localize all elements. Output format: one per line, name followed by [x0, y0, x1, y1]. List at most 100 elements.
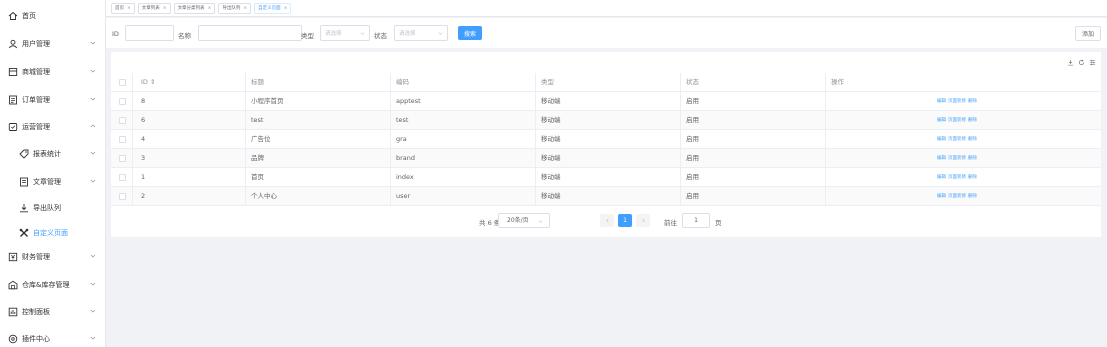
column-divider [680, 92, 681, 111]
add-button[interactable]: 添加 [1075, 26, 1101, 41]
tab-export-queue[interactable]: 导出队列 × [218, 2, 252, 14]
row-checkbox[interactable] [119, 193, 126, 200]
column-settings-icon[interactable] [1088, 58, 1096, 66]
table-row[interactable]: 8 小程序首页 apptest 移动端 启用 编辑 页面装修 删除 [111, 92, 1101, 111]
name-input[interactable] [198, 25, 302, 41]
close-icon[interactable]: × [284, 4, 288, 13]
home-icon [7, 11, 18, 22]
column-header-title: 标题 [251, 78, 264, 86]
cell-id: 6 [141, 116, 146, 124]
column-divider [390, 130, 391, 149]
sidebar-item-custom-page[interactable]: 自定义页面 [0, 222, 106, 244]
close-icon[interactable]: × [127, 4, 131, 13]
id-input[interactable] [125, 25, 174, 41]
cell-type: 移动端 [541, 135, 561, 143]
cell-title: 广告位 [251, 135, 271, 143]
tab-article-category-list[interactable]: 文章分类列表 × [173, 2, 216, 14]
page-decorate-link[interactable]: 页面装修 [948, 175, 966, 180]
close-icon[interactable]: × [163, 4, 167, 13]
chevron-down-icon [90, 308, 96, 314]
page-decorate-link[interactable]: 页面装修 [948, 118, 966, 123]
select-all-checkbox[interactable] [119, 79, 126, 86]
tab-article-list[interactable]: 文章列表 × [137, 2, 171, 14]
table-header-row: ID ⇕ 标题 编码 类型 状态 操作 [111, 73, 1101, 92]
refresh-icon[interactable] [1077, 58, 1085, 66]
goto-label: 前往 [664, 219, 677, 227]
goto-page-input[interactable]: 1 [682, 213, 710, 228]
edit-link[interactable]: 编辑 [937, 175, 946, 180]
table-card: ID ⇕ 标题 编码 类型 状态 操作 8 小程序首页 apptest 移动端 … [111, 52, 1101, 237]
row-checkbox[interactable] [119, 174, 126, 181]
search-button[interactable]: 搜索 [458, 26, 482, 40]
edit-link[interactable]: 编辑 [937, 99, 946, 104]
column-divider [535, 73, 536, 92]
status-select[interactable]: 请选择 [394, 25, 448, 41]
tab-home[interactable]: 首页 × [111, 2, 135, 14]
table-row[interactable]: 6 test test 移动端 启用 编辑 页面装修 删除 [111, 111, 1101, 130]
sidebar-item-export-queue[interactable]: 导出队列 [0, 197, 106, 219]
cell-type: 移动端 [541, 154, 561, 162]
sidebar-item-control-panel[interactable]: 控制面板 [0, 301, 106, 323]
row-checkbox[interactable] [119, 98, 126, 105]
tab-custom-page[interactable]: 自定义页面 × [254, 2, 292, 14]
column-divider [132, 92, 133, 111]
table-row[interactable]: 3 品牌 brand 移动端 启用 编辑 页面装修 删除 [111, 149, 1101, 168]
download-icon[interactable] [1066, 58, 1074, 66]
edit-link[interactable]: 编辑 [937, 118, 946, 123]
cell-code: index [396, 173, 414, 181]
plugin-icon [7, 334, 18, 345]
column-divider [132, 149, 133, 168]
row-actions: 编辑 页面装修 删除 [937, 168, 979, 187]
column-header-id[interactable]: ID ⇕ [141, 73, 155, 92]
table-row[interactable]: 2 个人中心 user 移动端 启用 编辑 页面装修 删除 [111, 187, 1101, 206]
status-placeholder: 请选择 [399, 31, 416, 37]
sort-icon[interactable]: ⇕ [150, 78, 155, 86]
edit-link[interactable]: 编辑 [937, 137, 946, 142]
page-size-select[interactable]: 20条/页 [498, 213, 550, 228]
sidebar-item-users[interactable]: 用户管理 [0, 33, 106, 55]
row-checkbox[interactable] [119, 117, 126, 124]
sidebar-item-reports[interactable]: 报表统计 [0, 143, 106, 165]
delete-link[interactable]: 删除 [968, 137, 977, 142]
sidebar-item-finance[interactable]: 财务管理 [0, 246, 106, 268]
sidebar-item-store[interactable]: 商城管理 [0, 61, 106, 83]
page-number-current[interactable]: 1 [618, 214, 632, 227]
sidebar-item-warehouse[interactable]: 仓库&库存管理 [0, 274, 106, 296]
delete-link[interactable]: 删除 [968, 156, 977, 161]
table-row[interactable]: 1 首页 index 移动端 启用 编辑 页面装修 删除 [111, 168, 1101, 187]
page-decorate-link[interactable]: 页面装修 [948, 137, 966, 142]
next-page-button[interactable] [636, 214, 650, 227]
table-row[interactable]: 4 广告位 gra 移动端 启用 编辑 页面装修 删除 [111, 130, 1101, 149]
close-icon[interactable]: × [208, 4, 212, 13]
edit-link[interactable]: 编辑 [937, 156, 946, 161]
sidebar-item-articles[interactable]: 文章管理 [0, 171, 106, 193]
delete-link[interactable]: 删除 [968, 194, 977, 199]
column-divider [825, 92, 826, 111]
edit-link[interactable]: 编辑 [937, 194, 946, 199]
page-decorate-link[interactable]: 页面装修 [948, 194, 966, 199]
tab-label: 文章列表 [141, 5, 160, 11]
delete-link[interactable]: 删除 [968, 118, 977, 123]
sidebar-item-plugins[interactable]: 插件中心 [0, 328, 106, 347]
sidebar-item-label: 用户管理 [22, 40, 50, 48]
cell-code: user [396, 192, 411, 200]
column-divider [245, 130, 246, 149]
delete-link[interactable]: 删除 [968, 175, 977, 180]
prev-page-button[interactable] [600, 214, 614, 227]
row-checkbox[interactable] [119, 155, 126, 162]
cell-type: 移动端 [541, 97, 561, 105]
column-divider [535, 187, 536, 206]
sidebar: 首页 用户管理 商城管理 订单管理 运营管理 报表统计 文章管理 导出队列 自定… [0, 0, 106, 347]
sidebar-item-orders[interactable]: 订单管理 [0, 89, 106, 111]
column-divider [245, 187, 246, 206]
delete-link[interactable]: 删除 [968, 99, 977, 104]
sidebar-item-operations[interactable]: 运营管理 [0, 116, 106, 138]
row-checkbox[interactable] [119, 136, 126, 143]
column-divider [535, 149, 536, 168]
page-decorate-link[interactable]: 页面装修 [948, 156, 966, 161]
page-decorate-link[interactable]: 页面装修 [948, 99, 966, 104]
id-label: ID [112, 30, 119, 38]
close-icon[interactable]: × [243, 4, 247, 13]
type-select[interactable]: 请选择 [320, 25, 370, 41]
sidebar-item-home[interactable]: 首页 [0, 5, 106, 27]
